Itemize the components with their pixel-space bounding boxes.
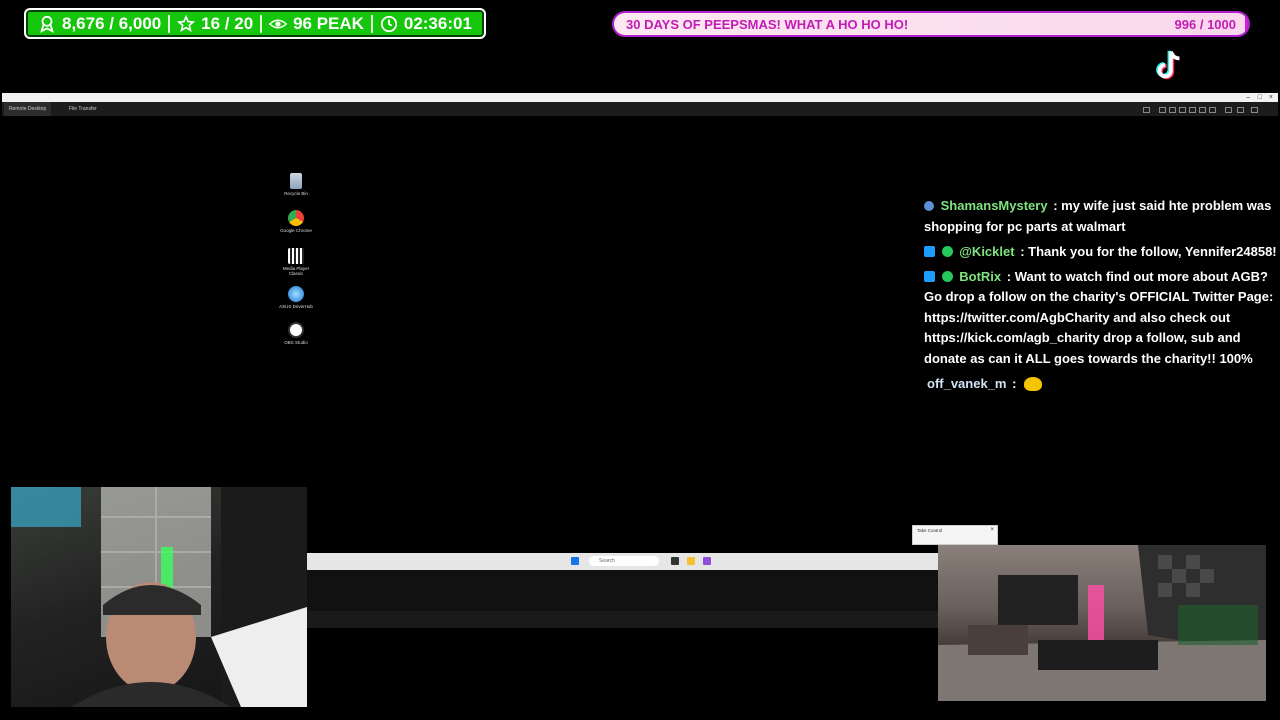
- tab-remote-desktop[interactable]: Remote Desktop: [4, 102, 52, 116]
- verified-badge-icon: [941, 245, 953, 257]
- followers-stat: 8,676 / 6,000: [38, 14, 161, 34]
- desktop-icon-media-player[interactable]: Media Player Classic: [276, 248, 316, 276]
- verified-badge-icon: [941, 270, 953, 282]
- goal-count: 996 / 1000: [1174, 17, 1236, 32]
- chat-message: ShamansMystery : my wife just said hte p…: [924, 196, 1280, 237]
- webcam-scene: [938, 545, 1266, 701]
- remote-taskbar: Search: [307, 553, 941, 570]
- chat-username[interactable]: @Kicklet: [959, 244, 1014, 259]
- uptime-stat: 02:36:01: [380, 14, 472, 34]
- window-titlebar[interactable]: – □ ×: [2, 93, 1278, 102]
- webcam-scene: [11, 487, 307, 707]
- desktop-icon-label: Media Player Classic: [282, 266, 310, 276]
- desktop-icon-obs[interactable]: OBS Studio: [276, 322, 316, 345]
- viewers-value: 96 PEAK: [293, 13, 364, 33]
- stat-divider: [168, 14, 171, 33]
- tiktok-logo-icon: [1156, 50, 1180, 80]
- stat-divider: [260, 14, 263, 33]
- asus-driverhub-icon: [288, 286, 304, 302]
- chat-text: : Thank you for the follow, Yennifer2485…: [1020, 243, 1277, 259]
- subs-value: 16 / 20: [201, 13, 254, 33]
- star-icon: [177, 14, 196, 32]
- chat-overlay: ShamansMystery : my wife just said hte p…: [924, 196, 1280, 399]
- moderator-badge-icon: [924, 270, 935, 282]
- emote-icon: [1024, 376, 1043, 391]
- desktop-icon-label: Recycle Bin: [284, 191, 308, 196]
- desktop-icon-label: ASUS DriverHub: [279, 304, 313, 309]
- remote-screen-area: [307, 611, 941, 628]
- goal-title: 30 DAYS OF PEEPSMAS! WHAT A HO HO HO!: [626, 17, 909, 32]
- subscriber-badge-icon: [924, 201, 934, 211]
- desktop-icon-asus-driverhub[interactable]: ASUS DriverHub: [276, 286, 316, 309]
- goal-progress-bar: 30 DAYS OF PEEPSMAS! WHAT A HO HO HO! 99…: [612, 11, 1250, 37]
- recycle-bin-icon: [290, 173, 302, 189]
- stat-divider: [370, 14, 373, 33]
- room-webcam: [938, 545, 1266, 701]
- toolbar-icon[interactable]: [1251, 107, 1258, 113]
- remote-desktop-tabs: Remote Desktop File Transfer: [2, 102, 1278, 116]
- chat-username[interactable]: BotRix: [959, 269, 1001, 284]
- clock-icon: [380, 15, 397, 32]
- toolbar-icon[interactable]: [1209, 107, 1216, 113]
- uptime-value: 02:36:01: [403, 13, 472, 33]
- close-icon[interactable]: ×: [990, 527, 994, 533]
- viewers-stat: 96 PEAK: [269, 14, 364, 34]
- take-control-toast[interactable]: Take Control ×: [912, 525, 998, 545]
- windows-start-icon[interactable]: [571, 557, 579, 565]
- toolbar-icon[interactable]: [1189, 107, 1196, 113]
- desktop-icon-recycle-bin[interactable]: Recycle Bin: [276, 173, 316, 196]
- app-icon[interactable]: [703, 557, 711, 565]
- chat-message: BotRix : Want to watch find out more abo…: [924, 267, 1280, 370]
- close-icon[interactable]: ×: [1269, 93, 1273, 102]
- desktop-icon-label: OBS Studio: [284, 340, 308, 345]
- followers-value: 8,676 / 6,000: [62, 13, 162, 33]
- stream-stats-bar: 8,676 / 6,000 16 / 20 96 PEAK 02:36:01: [24, 8, 486, 39]
- obs-icon: [288, 322, 304, 338]
- desktop-icon-chrome[interactable]: Google Chrome: [276, 210, 316, 233]
- streamer-webcam: [11, 487, 307, 707]
- toolbar-icon[interactable]: [1199, 107, 1206, 113]
- maximize-icon[interactable]: □: [1258, 93, 1262, 102]
- taskbar-search-input[interactable]: Search: [589, 556, 659, 566]
- toolbar-icon[interactable]: [1237, 107, 1244, 113]
- chrome-icon: [288, 210, 304, 226]
- search-placeholder: Search: [599, 558, 615, 564]
- chat-username[interactable]: off_vanek_m: [927, 376, 1006, 391]
- file-explorer-icon[interactable]: [687, 557, 695, 565]
- toolbar-icon[interactable]: [1159, 107, 1166, 113]
- toolbar-icon[interactable]: [1225, 107, 1232, 113]
- chat-message: @Kicklet : Thank you for the follow, Yen…: [924, 242, 1280, 263]
- toolbar-icon[interactable]: [1179, 107, 1186, 113]
- subs-stat: 16 / 20: [177, 14, 253, 34]
- follower-ribbon-icon: [40, 15, 54, 33]
- toast-title: Take Control: [917, 528, 943, 533]
- chat-username[interactable]: ShamansMystery: [941, 198, 1048, 213]
- chat-message: off_vanek_m :: [924, 374, 1280, 395]
- toolbar-icon[interactable]: [1169, 107, 1176, 113]
- chat-text: :: [1012, 375, 1017, 391]
- media-player-icon: [288, 248, 304, 264]
- minimize-icon[interactable]: –: [1246, 93, 1250, 102]
- tab-file-transfer[interactable]: File Transfer: [64, 102, 102, 116]
- eye-icon: [269, 19, 288, 28]
- toolbar-icon[interactable]: [1143, 107, 1150, 113]
- moderator-badge-icon: [924, 245, 935, 257]
- task-view-icon[interactable]: [671, 557, 679, 565]
- desktop-icon-label: Google Chrome: [280, 228, 312, 233]
